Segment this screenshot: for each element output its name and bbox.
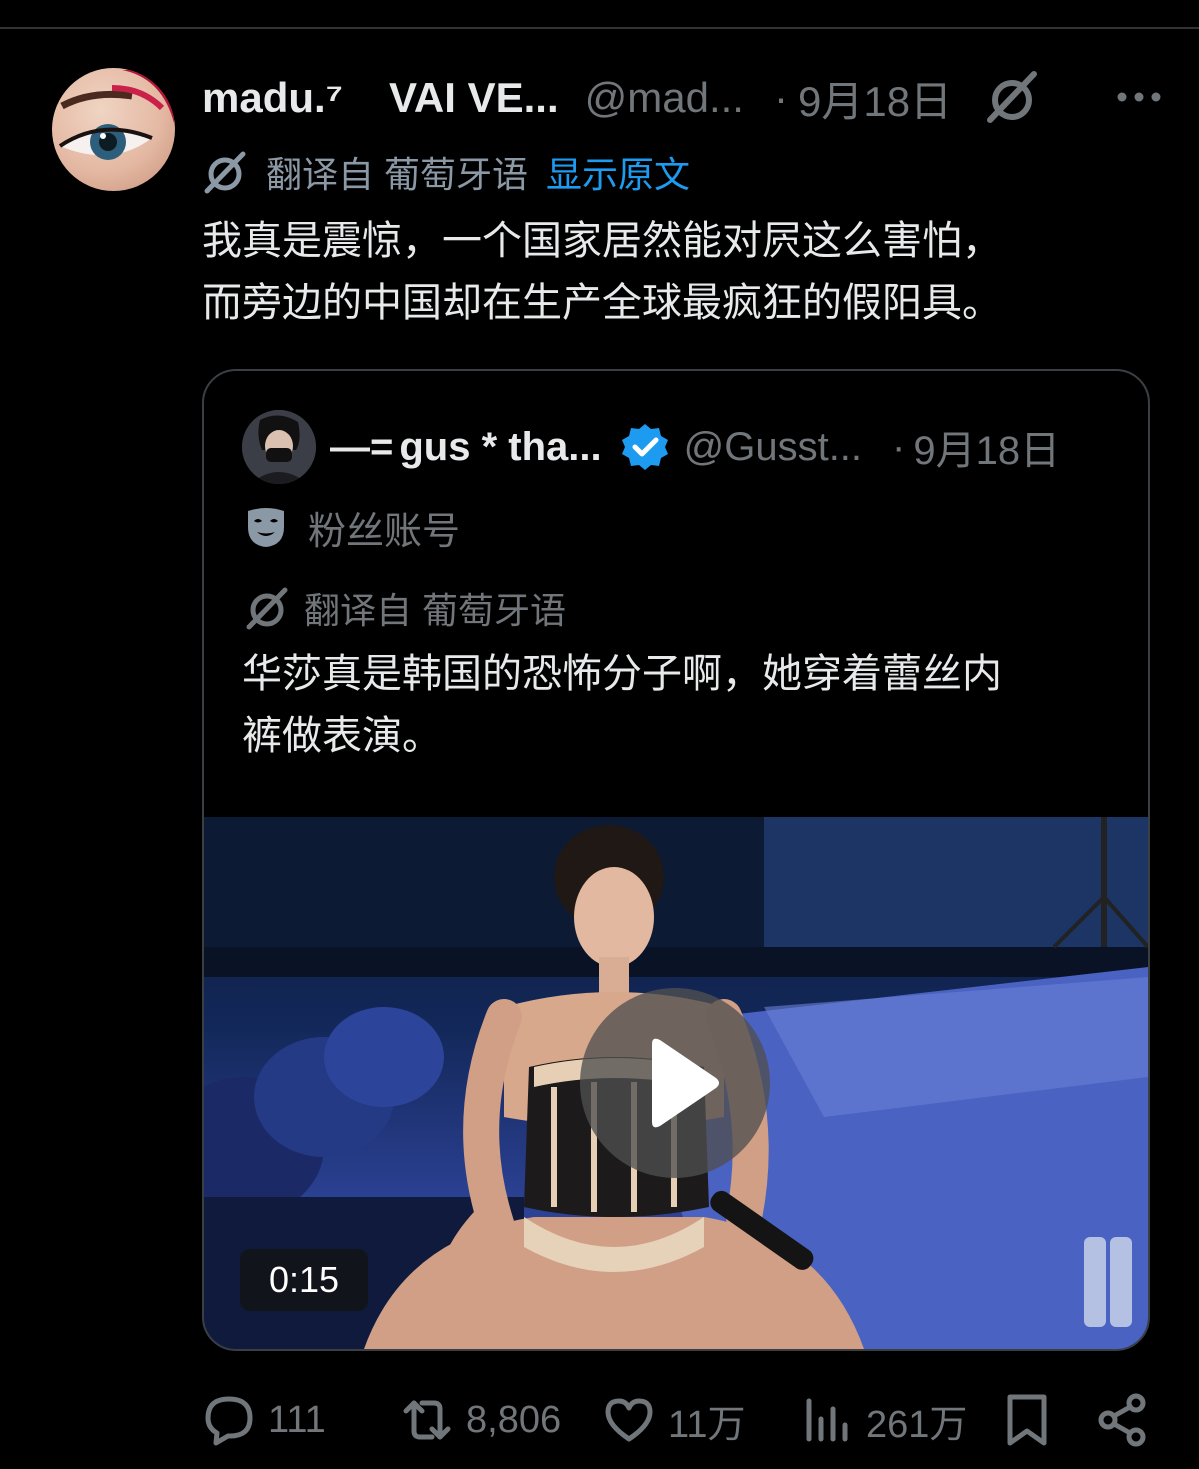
repost-button[interactable]: 8,806 bbox=[400, 1390, 561, 1450]
post-header: madu.⁷ VAI VE... @mad... · 9月18日 bbox=[202, 70, 1162, 126]
share-icon bbox=[1098, 1393, 1146, 1447]
quoted-post-text-line: 裤做表演。 bbox=[242, 714, 442, 758]
views-count: 261万 bbox=[866, 1403, 968, 1446]
quoted-post-header: —= gus * tha... @Gusst... · 9月18日 bbox=[242, 409, 1122, 485]
repost-icon bbox=[403, 1400, 451, 1440]
reply-icon bbox=[205, 1396, 253, 1446]
views-button[interactable]: 261万 bbox=[800, 1390, 967, 1450]
top-divider bbox=[0, 27, 1199, 29]
fan-account-label-row: 粉丝账号 bbox=[244, 499, 460, 555]
grok-icon[interactable] bbox=[984, 70, 1040, 126]
bookmark-button[interactable] bbox=[1000, 1390, 1054, 1450]
quoted-avatar-image bbox=[242, 410, 316, 484]
like-count: 11万 bbox=[668, 1403, 746, 1446]
post-text-line: 而旁边的中国却在生产全球最疯狂的假阳具。 bbox=[202, 281, 1002, 325]
quoted-author-display-name[interactable]: gus * tha... bbox=[399, 425, 601, 470]
quoted-author-avatar[interactable] bbox=[242, 410, 316, 484]
reply-count: 111 bbox=[268, 1398, 326, 1441]
play-icon bbox=[652, 1038, 719, 1128]
mask-icon bbox=[248, 508, 284, 547]
post-text-line: 我真是震惊，一个国家居然能对屄这么害怕， bbox=[202, 219, 1002, 263]
quoted-translation-info: 翻译自 葡萄牙语 bbox=[244, 583, 566, 633]
repost-count: 8,806 bbox=[466, 1398, 562, 1441]
play-button[interactable] bbox=[580, 988, 770, 1178]
quoted-name-decoration: —= bbox=[330, 424, 394, 469]
separator-dot: · bbox=[773, 74, 788, 121]
fan-account-label: 粉丝账号 bbox=[308, 510, 461, 553]
bar-chart-icon bbox=[806, 1398, 848, 1442]
translate-icon bbox=[204, 151, 246, 194]
author-handle[interactable]: @mad... bbox=[585, 74, 744, 122]
verified-badge-icon bbox=[621, 424, 668, 470]
author-display-name[interactable]: madu.⁷ bbox=[202, 74, 343, 122]
translate-icon bbox=[246, 587, 288, 630]
quoted-post-card[interactable]: —= gus * tha... @Gusst... · 9月18日 粉丝账号 翻… bbox=[202, 369, 1150, 1351]
action-bar: 111 8,806 11万 261万 bbox=[202, 1390, 1152, 1450]
translated-from-label: 翻译自 葡萄牙语 bbox=[266, 154, 529, 195]
video-player[interactable]: 0:15 bbox=[204, 817, 1148, 1349]
more-icon[interactable] bbox=[1116, 82, 1162, 112]
heart-icon bbox=[605, 1398, 653, 1442]
bookmark-icon bbox=[1007, 1394, 1047, 1446]
author-avatar[interactable] bbox=[52, 68, 175, 191]
post-date[interactable]: 9月18日 bbox=[798, 68, 952, 129]
show-original-link[interactable]: 显示原文 bbox=[546, 146, 690, 198]
quoted-translated-from-label: 翻译自 葡萄牙语 bbox=[304, 590, 567, 631]
quoted-post-date[interactable]: 9月18日 bbox=[913, 418, 1060, 476]
video-duration-badge: 0:15 bbox=[240, 1249, 368, 1311]
quoted-post-text-line: 华莎真是韩国的恐怖分子啊，她穿着蕾丝内 bbox=[242, 652, 1002, 696]
avatar-eye-image bbox=[58, 68, 175, 160]
post-text: 我真是震惊，一个国家居然能对屄这么害怕， 而旁边的中国却在生产全球最疯狂的假阳具… bbox=[202, 210, 1132, 334]
separator-dot: · bbox=[892, 424, 906, 469]
like-button[interactable]: 11万 bbox=[602, 1390, 745, 1450]
quoted-author-handle[interactable]: @Gusst... bbox=[684, 425, 862, 470]
reply-button[interactable]: 111 bbox=[202, 1390, 326, 1450]
share-button[interactable] bbox=[1096, 1390, 1150, 1450]
translation-info: 翻译自 葡萄牙语 显示原文 bbox=[202, 147, 690, 197]
author-display-name-suffix[interactable]: VAI VE... bbox=[389, 74, 559, 122]
quoted-post-text: 华莎真是韩国的恐怖分子啊，她穿着蕾丝内 裤做表演。 bbox=[242, 643, 1122, 767]
